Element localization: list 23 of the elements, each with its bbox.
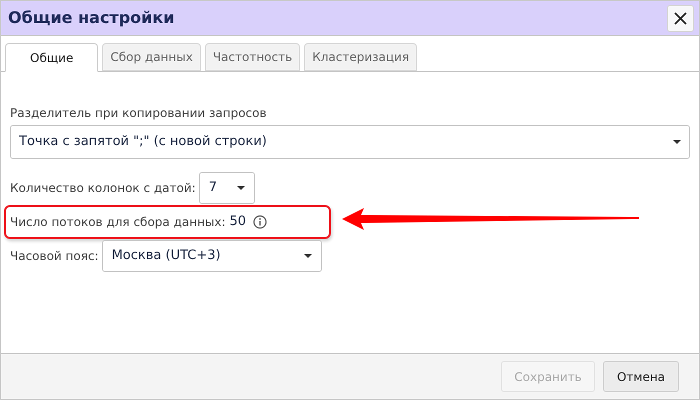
dropdown-select[interactable]: Москва (UTC+3) <box>102 240 322 272</box>
window-title: Общие настройки <box>8 7 174 29</box>
field-label: Число потоков для сбора данных: <box>10 214 226 231</box>
info-icon[interactable] <box>253 215 268 229</box>
field-label: Часовой пояс: <box>10 248 99 265</box>
close-button[interactable] <box>667 4 694 32</box>
caret-icon <box>673 140 681 144</box>
field-label: Разделитель при копировании запросов <box>10 105 268 122</box>
close-icon <box>674 12 687 24</box>
dropdown-select[interactable]: 7 <box>198 172 255 204</box>
tab[interactable]: Частотность <box>204 43 300 71</box>
select-value: Точка с запятой ";" (с новой строки) <box>19 133 267 152</box>
separator-select[interactable]: Точка с запятой ";" (с новой строки) <box>10 125 690 159</box>
field-label: Количество колонок с датой: <box>10 180 196 197</box>
caret-icon <box>304 254 312 258</box>
tab[interactable]: Кластеризация <box>304 43 418 71</box>
select-value: Москва (UTC+3) <box>112 247 221 266</box>
tab[interactable]: Общие <box>5 43 98 72</box>
tab[interactable]: Сбор данных <box>102 43 201 71</box>
select-value: 7 <box>208 179 217 198</box>
field-value: 50 <box>230 213 246 232</box>
dialog-button[interactable]: Отмена <box>603 361 679 392</box>
caret-icon <box>237 186 245 190</box>
